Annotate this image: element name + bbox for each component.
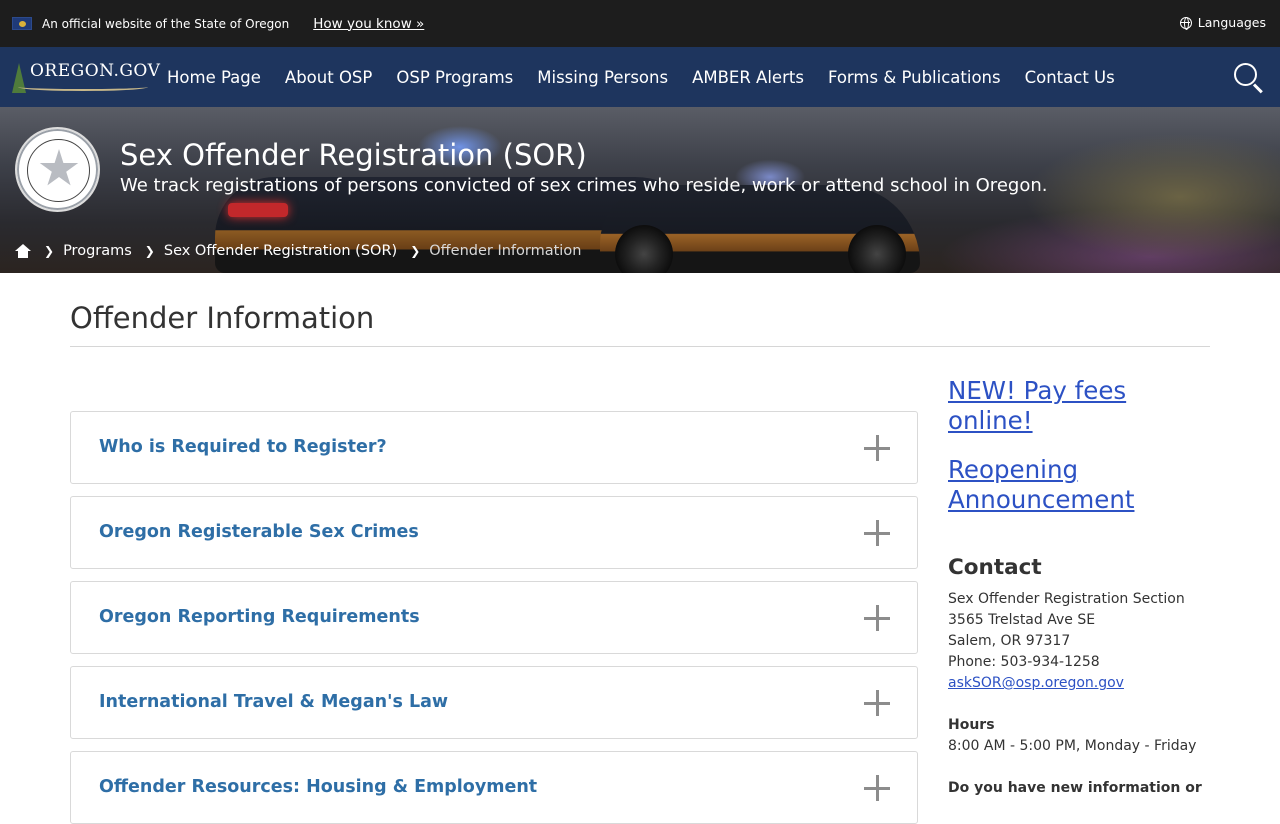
nav-item-missing-persons[interactable]: Missing Persons [537,68,668,87]
accordion-item[interactable]: Offender Resources: Housing & Employment [70,751,918,824]
accordion-item[interactable]: Oregon Reporting Requirements [70,581,918,654]
page-title: Offender Information [70,272,1210,347]
reopening-announcement-link[interactable]: Reopening Announcement [948,455,1210,515]
hours-heading: Hours [948,717,995,733]
main-nav: OREGON.GOV Home Page About OSP OSP Progr… [0,47,1280,107]
logo-text: OREGON.GOV [30,61,161,81]
nav-item-about-osp[interactable]: About OSP [285,68,372,87]
nav-items: Home Page About OSP OSP Programs Missing… [167,68,1115,87]
contact-details: Sex Offender Registration Section 3565 T… [948,589,1210,694]
accordion-label: Offender Resources: Housing & Employment [99,777,538,797]
main-content: Offender Information Who is Required to … [70,272,1210,824]
sidebar: NEW! Pay fees online! Reopening Announce… [948,376,1210,799]
chevron-right-icon: ❯ [410,244,421,258]
nav-item-contact-us[interactable]: Contact Us [1025,68,1115,87]
oregon-gov-logo[interactable]: OREGON.GOV [12,57,167,97]
star-icon [39,149,79,186]
accordion-label: Who is Required to Register? [99,437,387,457]
hours-value: 8:00 AM - 5:00 PM, Monday - Friday [948,738,1197,754]
plus-icon [864,520,890,546]
search-button[interactable] [1232,61,1264,94]
official-banner: An official website of the State of Oreg… [0,0,1280,47]
chevron-right-icon: ❯ [144,244,155,258]
breadcrumb: ❯ Programs ❯ Sex Offender Registration (… [15,243,581,259]
plus-icon [864,690,890,716]
how-you-know-link[interactable]: How you know » [313,16,424,32]
accordion-item[interactable]: Who is Required to Register? [70,411,918,484]
search-icon [1234,63,1257,86]
contact-phone: Phone: 503-934-1258 [948,654,1100,670]
contact-city: Salem, OR 97317 [948,633,1071,649]
osp-badge-seal [15,127,100,212]
contact-email-link[interactable]: askSOR@osp.oregon.gov [948,673,1210,694]
accordion-item[interactable]: Oregon Registerable Sex Crimes [70,496,918,569]
oregon-flag-icon [12,17,32,30]
nav-item-amber-alerts[interactable]: AMBER Alerts [692,68,804,87]
breadcrumb-current: Offender Information [429,243,582,259]
new-info-heading: Do you have new information or [948,780,1202,796]
plus-icon [864,775,890,801]
contact-heading: Contact [948,555,1042,580]
accordion-label: International Travel & Megan's Law [99,692,449,712]
pay-fees-link[interactable]: NEW! Pay fees online! [948,376,1210,436]
globe-icon [1179,16,1192,30]
plus-icon [864,435,890,461]
hero-banner: Sex Offender Registration (SOR) We track… [0,107,1280,273]
contact-street: 3565 Trelstad Ave SE [948,612,1096,628]
plus-icon [864,605,890,631]
official-site-text: An official website of the State of Oreg… [42,16,290,31]
breadcrumb-sor[interactable]: Sex Offender Registration (SOR) [164,243,397,259]
accordion-label: Oregon Registerable Sex Crimes [99,522,419,542]
languages-button[interactable]: Languages [1179,15,1266,30]
logo-swoosh [18,83,148,91]
nav-item-home-page[interactable]: Home Page [167,68,261,87]
contact-section-name: Sex Offender Registration Section [948,591,1185,607]
nav-item-osp-programs[interactable]: OSP Programs [396,68,513,87]
breadcrumb-programs[interactable]: Programs [63,243,132,259]
chevron-right-icon: ❯ [44,244,55,258]
nav-item-forms-publications[interactable]: Forms & Publications [828,68,1001,87]
accordion-label: Oregon Reporting Requirements [99,607,420,627]
languages-label: Languages [1197,15,1266,30]
hero-subtitle: We track registrations of persons convic… [120,175,1048,196]
hero-title: Sex Offender Registration (SOR) [120,138,587,172]
home-icon[interactable] [15,244,31,258]
accordion-item[interactable]: International Travel & Megan's Law [70,666,918,739]
